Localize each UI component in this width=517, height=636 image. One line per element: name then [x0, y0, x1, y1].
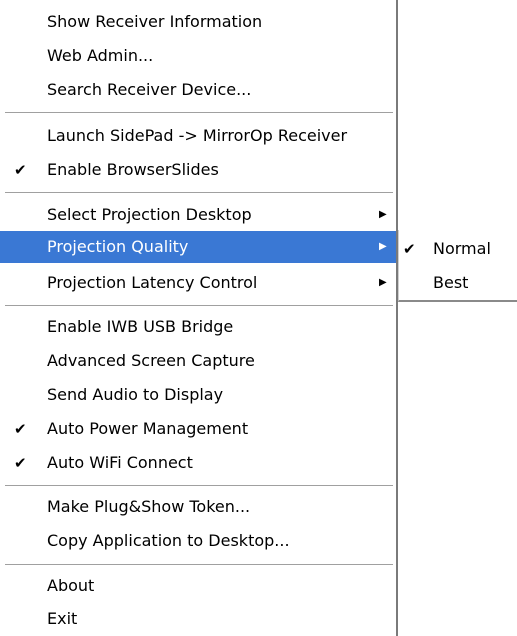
submenu-item-normal[interactable]: ✔ Normal: [399, 232, 516, 266]
menu-item-projection-latency-control[interactable]: Projection Latency Control ▶: [0, 267, 396, 299]
submenu-arrow-icon: ▶: [379, 209, 387, 220]
menu-item-label: Launch SidePad -> MirrorOp Receiver: [47, 126, 348, 145]
checkmark-icon: ✔: [403, 240, 416, 258]
menu-item-label: Projection Latency Control: [47, 273, 258, 292]
menu-separator: [5, 305, 393, 307]
menu-item-label: Exit: [47, 609, 78, 628]
menu-item-label: Search Receiver Device...: [47, 80, 252, 99]
menu-separator: [5, 192, 393, 194]
context-menu: Show Receiver Information Web Admin... S…: [0, 0, 398, 636]
menu-item-web-admin[interactable]: Web Admin...: [0, 40, 396, 72]
menu-item-label: About: [47, 576, 95, 595]
menu-item-label: Send Audio to Display: [47, 385, 224, 404]
menu-separator: [5, 112, 393, 114]
menu-item-label: Web Admin...: [47, 46, 154, 65]
menu-item-label: Auto Power Management: [47, 419, 249, 438]
menu-item-search-receiver-device[interactable]: Search Receiver Device...: [0, 74, 396, 106]
submenu-item-label: Normal: [433, 239, 491, 258]
menu-item-copy-application-to-desktop[interactable]: Copy Application to Desktop...: [0, 525, 396, 557]
menu-item-label: Advanced Screen Capture: [47, 351, 255, 370]
menu-item-projection-quality[interactable]: Projection Quality ▶: [0, 231, 396, 263]
menu-item-label: Auto WiFi Connect: [47, 453, 193, 472]
menu-item-label: Select Projection Desktop: [47, 205, 252, 224]
menu-item-make-plug-show-token[interactable]: Make Plug&Show Token...: [0, 491, 396, 523]
submenu-arrow-icon: ▶: [379, 241, 387, 252]
menu-item-label: Enable IWB USB Bridge: [47, 317, 234, 336]
submenu-arrow-icon: ▶: [379, 277, 387, 288]
menu-item-auto-wifi-connect[interactable]: ✔ Auto WiFi Connect: [0, 447, 396, 479]
menu-item-exit[interactable]: Exit: [0, 603, 396, 635]
menu-item-send-audio-to-display[interactable]: Send Audio to Display: [0, 379, 396, 411]
menu-item-enable-iwb-usb-bridge[interactable]: Enable IWB USB Bridge: [0, 311, 396, 343]
menu-item-launch-sidepad[interactable]: Launch SidePad -> MirrorOp Receiver: [0, 120, 396, 152]
projection-quality-submenu: ✔ Normal Best: [398, 230, 517, 302]
context-menu-screen: Show Receiver Information Web Admin... S…: [0, 0, 517, 636]
menu-item-enable-browserslides[interactable]: ✔ Enable BrowserSlides: [0, 154, 396, 186]
submenu-item-label: Best: [433, 273, 469, 292]
menu-separator: [5, 485, 393, 487]
checkmark-icon: ✔: [14, 420, 27, 438]
menu-item-advanced-screen-capture[interactable]: Advanced Screen Capture: [0, 345, 396, 377]
submenu-item-best[interactable]: Best: [399, 266, 516, 300]
checkmark-icon: ✔: [14, 454, 27, 472]
menu-item-auto-power-management[interactable]: ✔ Auto Power Management: [0, 413, 396, 445]
menu-item-label: Show Receiver Information: [47, 12, 263, 31]
menu-item-select-projection-desktop[interactable]: Select Projection Desktop ▶: [0, 199, 396, 231]
menu-separator: [5, 564, 393, 566]
menu-item-label: Enable BrowserSlides: [47, 160, 219, 179]
menu-item-label: Copy Application to Desktop...: [47, 531, 290, 550]
menu-item-label: Projection Quality: [47, 237, 189, 256]
checkmark-icon: ✔: [14, 161, 27, 179]
menu-item-show-receiver-information[interactable]: Show Receiver Information: [0, 6, 396, 38]
menu-item-about[interactable]: About: [0, 570, 396, 602]
menu-item-label: Make Plug&Show Token...: [47, 497, 251, 516]
